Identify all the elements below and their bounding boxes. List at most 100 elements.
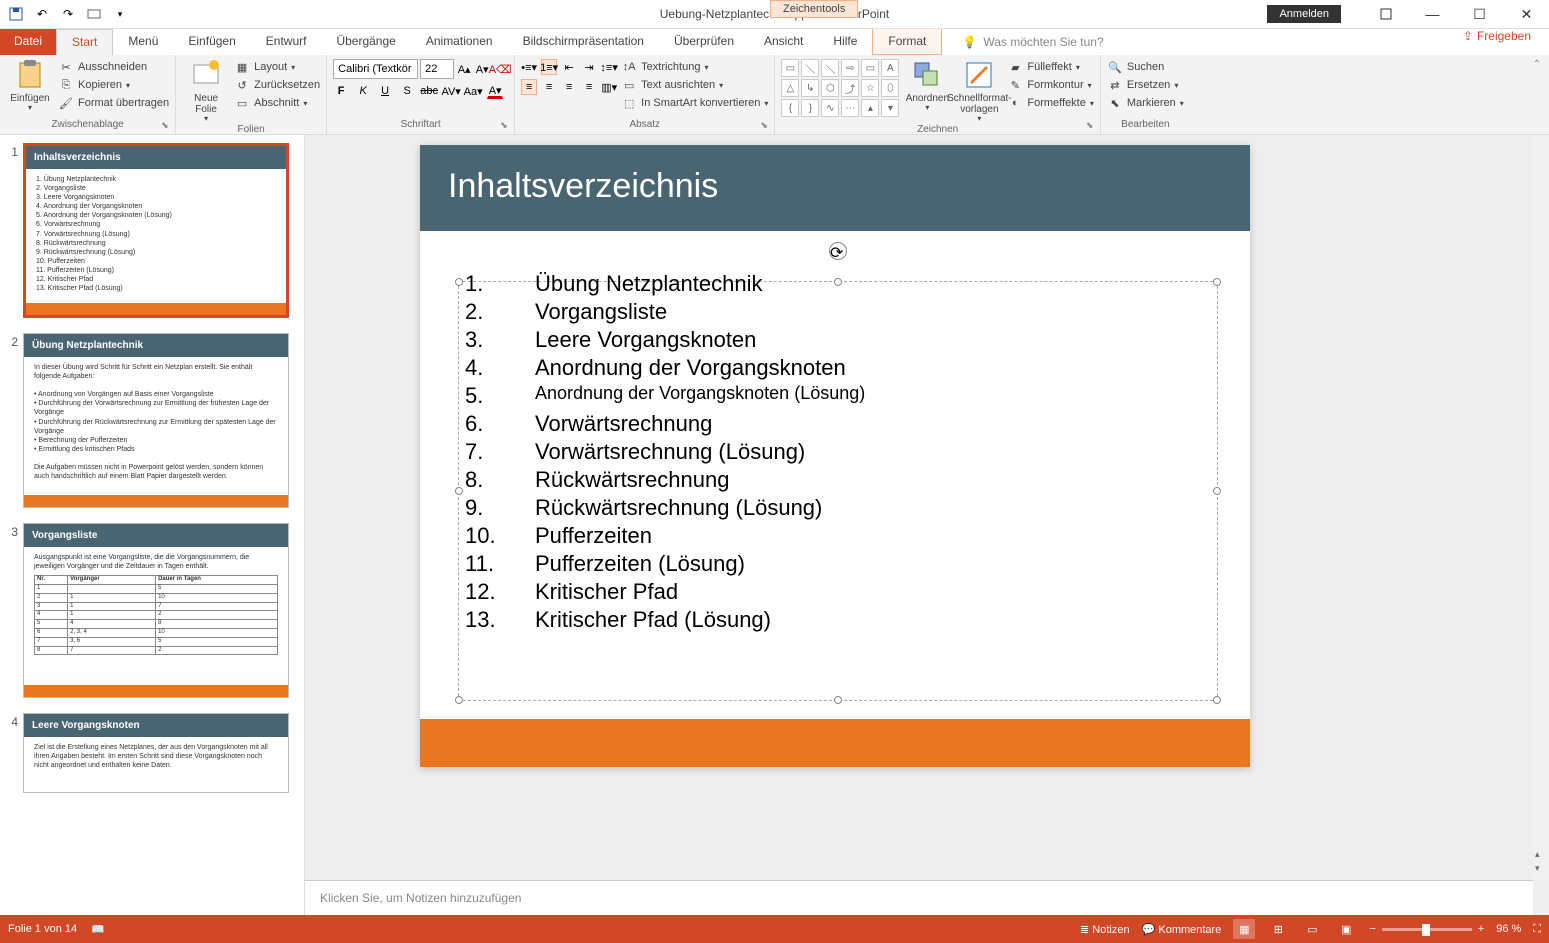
- section-button[interactable]: ▭Abschnitt▾: [234, 95, 320, 111]
- font-color-icon[interactable]: A▾: [487, 83, 503, 99]
- paragraph-launcher-icon[interactable]: ⬊: [760, 120, 772, 132]
- font-name-combo[interactable]: [333, 59, 418, 79]
- shape-fill-button[interactable]: ▰Fülleffekt▾: [1007, 59, 1094, 75]
- thumb-slide-1[interactable]: Inhaltsverzeichnis 1. Übung Netzplantech…: [23, 143, 289, 318]
- zoom-level[interactable]: 96 %: [1496, 923, 1521, 935]
- reset-button[interactable]: ↺Zurücksetzen: [234, 77, 320, 93]
- comments-toggle[interactable]: 💬 Kommentare: [1142, 923, 1222, 936]
- toc-item[interactable]: 5.Anordnung der Vorgangsknoten (Lösung): [465, 383, 1205, 409]
- shape-effects-button[interactable]: ◐Formeffekte▾: [1007, 95, 1094, 111]
- maximize-icon[interactable]: ☐: [1457, 0, 1502, 29]
- zoom-track[interactable]: [1382, 928, 1472, 931]
- toc-item[interactable]: 3.Leere Vorgangsknoten: [465, 327, 1205, 353]
- slideshow-view-icon[interactable]: ▣: [1335, 919, 1357, 939]
- undo-icon[interactable]: ↶: [34, 6, 50, 22]
- slide-counter[interactable]: Folie 1 von 14: [8, 923, 77, 935]
- grow-font-icon[interactable]: A▴: [456, 61, 472, 77]
- change-case-icon[interactable]: Aa▾: [465, 83, 481, 99]
- shape-triangle-icon[interactable]: △: [781, 79, 799, 97]
- zoom-thumb[interactable]: [1422, 924, 1430, 936]
- thumb-slide-3[interactable]: Vorgangsliste Ausgangspunkt ist eine Vor…: [23, 523, 289, 698]
- new-slide-button[interactable]: Neue Folie▾: [182, 59, 230, 124]
- notes-toggle[interactable]: ≣ Notizen: [1080, 923, 1130, 936]
- bullets-icon[interactable]: •≡▾: [521, 59, 537, 75]
- numbering-icon[interactable]: 1≡▾: [541, 59, 557, 75]
- shape-connector-icon[interactable]: ↳: [801, 79, 819, 97]
- slide-thumbnails-panel[interactable]: 1 Inhaltsverzeichnis 1. Übung Netzplante…: [0, 135, 305, 915]
- collapse-ribbon-icon[interactable]: ⌃: [1525, 55, 1549, 134]
- reading-view-icon[interactable]: ▭: [1301, 919, 1323, 939]
- shape-star-icon[interactable]: ☆: [861, 79, 879, 97]
- tab-help[interactable]: Hilfe: [818, 29, 872, 55]
- tab-insert[interactable]: Einfügen: [173, 29, 250, 55]
- shape-rect-icon[interactable]: ▭: [781, 59, 799, 77]
- slide-content-list[interactable]: 1.Übung Netzplantechnik2.Vorgangsliste3.…: [420, 231, 1250, 645]
- layout-button[interactable]: ▦Layout▾: [234, 59, 320, 75]
- ribbon-display-icon[interactable]: [1363, 0, 1408, 29]
- close-icon[interactable]: ✕: [1504, 0, 1549, 29]
- shape-line-icon[interactable]: ＼: [801, 59, 819, 77]
- fit-to-window-icon[interactable]: ⛶: [1533, 923, 1541, 936]
- select-button[interactable]: ⬉Markieren▾: [1107, 95, 1184, 111]
- arrange-button[interactable]: Anordnen▾: [903, 59, 951, 113]
- dec-indent-icon[interactable]: ⇤: [561, 59, 577, 75]
- shape-hex-icon[interactable]: ⬡: [821, 79, 839, 97]
- toc-item[interactable]: 12.Kritischer Pfad: [465, 579, 1205, 605]
- paste-button[interactable]: Einfügen▾: [6, 59, 54, 113]
- toc-item[interactable]: 10.Pufferzeiten: [465, 523, 1205, 549]
- shape-textbox-icon[interactable]: A: [881, 59, 899, 77]
- sorter-view-icon[interactable]: ⊞: [1267, 919, 1289, 939]
- qat-customize-icon[interactable]: ▾: [112, 6, 128, 22]
- tab-animations[interactable]: Animationen: [411, 29, 508, 55]
- shapes-gallery[interactable]: ▭＼＼⇨▭A △↳⬡⤴☆⬯ {}∿⋯▴▾: [781, 59, 899, 117]
- zoom-in-icon[interactable]: +: [1478, 923, 1484, 935]
- toc-item[interactable]: 2.Vorgangsliste: [465, 299, 1205, 325]
- resize-handle[interactable]: [1213, 696, 1221, 704]
- cut-button[interactable]: ✂Ausschneiden: [58, 59, 169, 75]
- tab-menu[interactable]: Menü: [113, 29, 173, 55]
- tab-format[interactable]: Format: [872, 29, 942, 55]
- resize-handle[interactable]: [455, 696, 463, 704]
- tab-file[interactable]: Datei: [0, 29, 56, 55]
- toc-item[interactable]: 1.Übung Netzplantechnik: [465, 271, 1205, 297]
- italic-icon[interactable]: K: [355, 83, 371, 99]
- shape-down-icon[interactable]: ▾: [881, 99, 899, 117]
- thumb-slide-4[interactable]: Leere Vorgangsknoten Ziel ist die Erstel…: [23, 713, 289, 793]
- toc-item[interactable]: 6.Vorwärtsrechnung: [465, 411, 1205, 437]
- tab-slideshow[interactable]: Bildschirmpräsentation: [508, 29, 659, 55]
- font-launcher-icon[interactable]: ⬊: [500, 120, 512, 132]
- clear-formatting-icon[interactable]: A⌫: [492, 61, 508, 77]
- toc-item[interactable]: 7.Vorwärtsrechnung (Lösung): [465, 439, 1205, 465]
- strike-icon[interactable]: abc: [421, 83, 437, 99]
- slide-editor[interactable]: Inhaltsverzeichnis ⟳ 1.Übung Netzplantec…: [305, 135, 1549, 915]
- thumb-slide-2[interactable]: Übung Netzplantechnik In dieser Übung wi…: [23, 333, 289, 508]
- font-size-combo[interactable]: [420, 59, 454, 79]
- shape-curve-icon[interactable]: ⤴: [841, 79, 859, 97]
- smartart-button[interactable]: ⬚In SmartArt konvertieren▾: [621, 95, 768, 111]
- shape-outline-button[interactable]: ✎Formkontur▾: [1007, 77, 1094, 93]
- text-direction-button[interactable]: ↕ATextrichtung▾: [621, 59, 768, 75]
- resize-handle[interactable]: [834, 696, 842, 704]
- zoom-out-icon[interactable]: −: [1369, 923, 1375, 935]
- shape-up-icon[interactable]: ▴: [861, 99, 879, 117]
- vertical-scrollbar[interactable]: [1533, 135, 1549, 880]
- copy-button[interactable]: ⎘Kopieren▾: [58, 77, 169, 93]
- clipboard-launcher-icon[interactable]: ⬊: [161, 120, 173, 132]
- slide-canvas[interactable]: Inhaltsverzeichnis ⟳ 1.Übung Netzplantec…: [420, 145, 1250, 767]
- share-button[interactable]: ⇪ Freigeben: [1463, 29, 1531, 43]
- align-left-icon[interactable]: ≡: [521, 79, 537, 95]
- quick-styles-button[interactable]: Schnellformat-vorlagen▾: [955, 59, 1003, 124]
- toc-item[interactable]: 4.Anordnung der Vorgangsknoten: [465, 355, 1205, 381]
- tab-transitions[interactable]: Übergänge: [321, 29, 410, 55]
- toc-item[interactable]: 13.Kritischer Pfad (Lösung): [465, 607, 1205, 633]
- notes-pane[interactable]: Klicken Sie, um Notizen hinzuzufügen: [305, 880, 1533, 915]
- zoom-slider[interactable]: − +: [1369, 923, 1484, 935]
- toc-item[interactable]: 8.Rückwärtsrechnung: [465, 467, 1205, 493]
- justify-icon[interactable]: ≡: [581, 79, 597, 95]
- align-center-icon[interactable]: ≡: [541, 79, 557, 95]
- drawing-launcher-icon[interactable]: ⬊: [1086, 120, 1098, 132]
- shadow-icon[interactable]: S: [399, 83, 415, 99]
- shape-brace2-icon[interactable]: }: [801, 99, 819, 117]
- signin-button[interactable]: Anmelden: [1267, 5, 1341, 23]
- shape-callout-icon[interactable]: ⬯: [881, 79, 899, 97]
